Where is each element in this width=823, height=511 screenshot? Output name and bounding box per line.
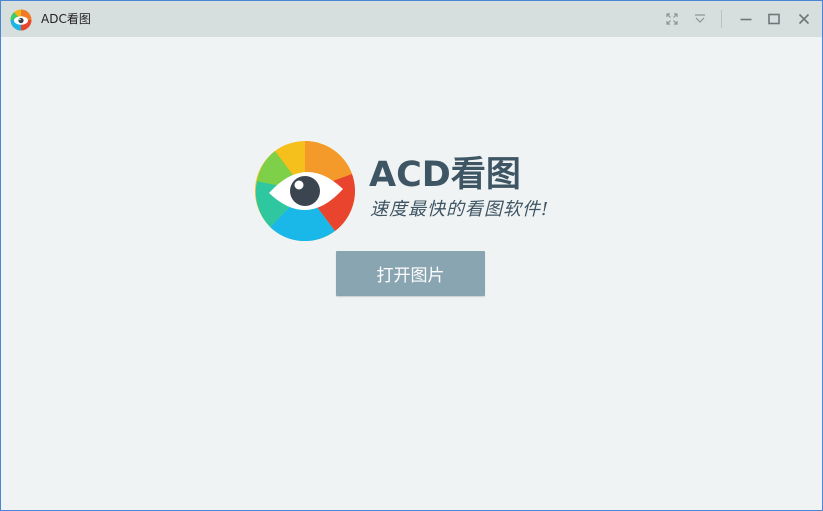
app-logo-icon xyxy=(10,9,32,31)
chevron-down-icon xyxy=(695,14,705,23)
brand-name: ACD看图 xyxy=(369,155,521,195)
maximize-button[interactable] xyxy=(763,8,785,30)
acd-logo-icon xyxy=(255,141,355,241)
brand-slogan: 速度最快的看图软件! xyxy=(370,199,550,220)
fullscreen-icon xyxy=(666,13,678,25)
close-icon xyxy=(798,13,810,25)
fullscreen-button[interactable] xyxy=(661,8,683,30)
titlebar-divider xyxy=(721,10,722,28)
maximize-icon xyxy=(768,13,780,25)
app-window: ADC看图 ACD看图 速度最快的看图软件! 打开图片 xyxy=(0,0,823,511)
title-bar[interactable]: ADC看图 xyxy=(1,1,822,37)
main-content: ACD看图 速度最快的看图软件! 打开图片 xyxy=(1,37,822,510)
dropdown-menu-button[interactable] xyxy=(689,8,711,30)
window-title: ADC看图 xyxy=(41,12,91,26)
minimize-button[interactable] xyxy=(735,8,757,30)
minimize-icon xyxy=(740,18,752,21)
open-image-button[interactable]: 打开图片 xyxy=(336,251,485,296)
close-button[interactable] xyxy=(793,8,815,30)
